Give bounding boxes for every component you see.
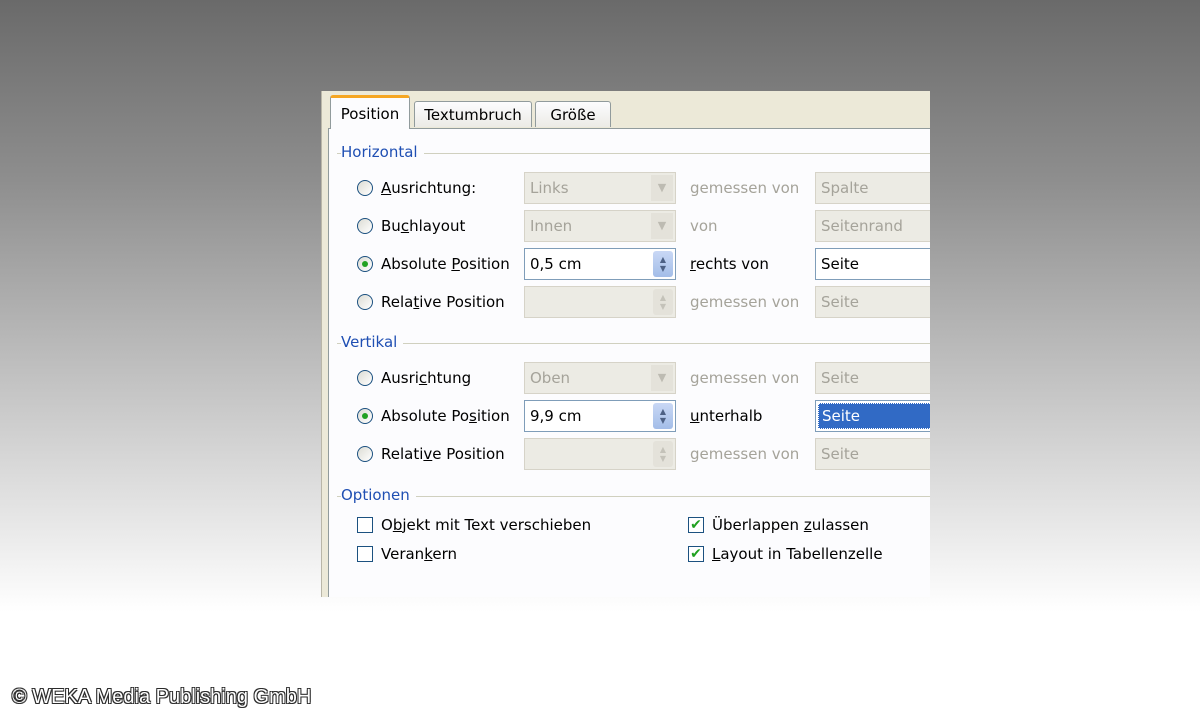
combo-h-buchlayout-target[interactable]: Seitenrand	[815, 210, 930, 242]
label-h-absolute-position: Absolute Position	[381, 255, 510, 273]
radio-h-absolute-position[interactable]	[357, 256, 373, 272]
combo-v-ausrichtung[interactable]: Oben ▼	[524, 362, 676, 394]
label-v-gemessen-von-1: gemessen von	[690, 369, 800, 387]
group-divider	[337, 343, 930, 344]
combo-h-buchlayout[interactable]: Innen ▼	[524, 210, 676, 242]
spin-arrows-icon[interactable]: ▲ ▼	[653, 403, 673, 429]
radio-v-absolute-position[interactable]	[357, 408, 373, 424]
group-divider	[337, 153, 930, 154]
tab-panel-position: Horizontal Ausrichtung: Links ▼ gemessen …	[328, 128, 930, 597]
checkbox-ueberlappen-zulassen[interactable]: ✔	[688, 517, 704, 533]
combo-v-ausrichtung-target[interactable]: Seite	[815, 362, 930, 394]
group-title-horizontal: Horizontal	[341, 143, 424, 161]
label-objekt-mit-text: Objekt mit Text verschieben	[381, 516, 592, 534]
checkbox-objekt-mit-text[interactable]	[357, 517, 373, 533]
label-layout-tabellenzelle: Layout in Tabellenzelle	[712, 545, 883, 563]
label-verankern: Verankern	[381, 545, 457, 563]
radio-h-buchlayout[interactable]	[357, 218, 373, 234]
label-h-relative-position: Relative Position	[381, 293, 505, 311]
label-h-rechts-von: rechts von	[690, 255, 769, 273]
label-h-gemessen-von-1: gemessen von	[690, 179, 800, 197]
copyright-notice: © WEKA Media Publishing GmbH	[12, 686, 312, 708]
radio-v-ausrichtung[interactable]	[357, 370, 373, 386]
checkbox-layout-tabellenzelle[interactable]: ✔	[688, 546, 704, 562]
label-ueberlappen-zulassen: Überlappen zulassen	[712, 516, 869, 534]
tab-textumbruch[interactable]: Textumbruch	[414, 101, 532, 127]
label-v-ausrichtung: Ausrichtung	[381, 369, 472, 387]
spin-h-absolute-position[interactable]: 0,5 cm ▲ ▼	[524, 248, 676, 280]
label-h-buchlayout: Buchlayout	[381, 217, 466, 235]
combo-v-absolute-target[interactable]: Seite	[815, 400, 930, 432]
chevron-down-icon: ▼	[651, 175, 673, 201]
radio-v-relative-position[interactable]	[357, 446, 373, 462]
chevron-down-icon: ▼	[651, 213, 673, 239]
checkmark-icon: ✔	[690, 546, 702, 562]
checkbox-verankern[interactable]	[357, 546, 373, 562]
group-divider	[337, 496, 930, 497]
radio-h-ausrichtung[interactable]	[357, 180, 373, 196]
label-v-absolute-position: Absolute Position	[381, 407, 510, 425]
combo-v-relative-target[interactable]: Seite	[815, 438, 930, 470]
spin-v-absolute-position[interactable]: 9,9 cm ▲ ▼	[524, 400, 676, 432]
spin-h-relative-position[interactable]: ▲ ▼	[524, 286, 676, 318]
label-v-relative-position: Relative Position	[381, 445, 505, 463]
label-h-von: von	[690, 217, 718, 235]
combo-h-relative-target[interactable]: Seite	[815, 286, 930, 318]
layout-dialog: Position Textumbruch Größe Horizontal Au…	[321, 91, 930, 597]
combo-h-ausrichtung[interactable]: Links ▼	[524, 172, 676, 204]
group-title-optionen: Optionen	[341, 486, 416, 504]
radio-h-relative-position[interactable]	[357, 294, 373, 310]
spin-arrows-icon: ▲ ▼	[653, 441, 673, 467]
tab-groesse[interactable]: Größe	[535, 101, 611, 127]
label-h-gemessen-von-2: gemessen von	[690, 293, 800, 311]
combo-h-absolute-target[interactable]: Seite	[815, 248, 930, 280]
label-h-ausrichtung: Ausrichtung:	[381, 179, 477, 197]
label-v-unterhalb: unterhalb	[690, 407, 763, 425]
combo-h-ausrichtung-target[interactable]: Spalte	[815, 172, 930, 204]
group-title-vertikal: Vertikal	[341, 333, 404, 351]
checkmark-icon: ✔	[690, 517, 702, 533]
spin-arrows-icon[interactable]: ▲ ▼	[653, 251, 673, 277]
spin-arrows-icon: ▲ ▼	[653, 289, 673, 315]
chevron-down-icon: ▼	[651, 365, 673, 391]
tab-position[interactable]: Position	[330, 95, 410, 129]
label-v-gemessen-von-2: gemessen von	[690, 445, 800, 463]
spin-v-relative-position[interactable]: ▲ ▼	[524, 438, 676, 470]
